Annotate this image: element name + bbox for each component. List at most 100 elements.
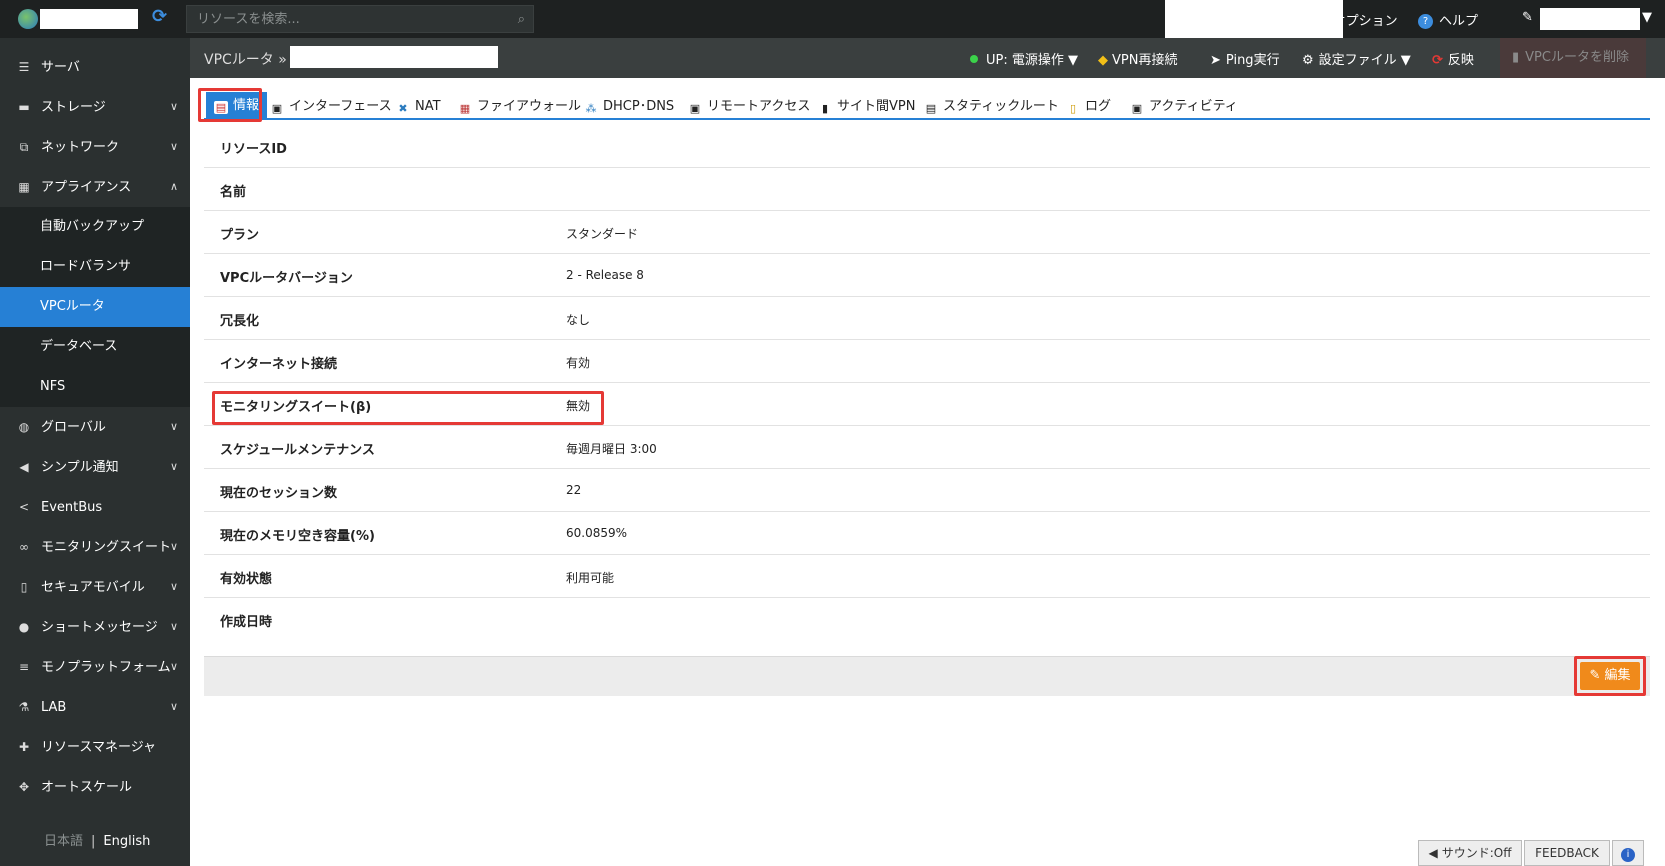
tab-activity[interactable]: ▣ アクティビティ: [1130, 94, 1238, 120]
user-menu[interactable]: [1540, 8, 1640, 30]
nat-icon: ✖: [398, 102, 408, 115]
row-key: 現在のセッション数: [220, 486, 338, 501]
row-key: 有効状態: [220, 572, 273, 587]
sidebar-item-label: グローバル: [41, 420, 106, 435]
sidebar-item-mono-platform[interactable]: ≡ モノプラットフォーム ∨: [0, 647, 190, 687]
sidebar-item-database[interactable]: データベース: [0, 327, 190, 367]
tab-bar: ▤ 情報 ▣ インターフェース ✖ NAT ▦ ファイアウォール ⁂ DHCP･DNS ▣…: [204, 92, 1650, 120]
power-label: UP: 電源操作 ▼: [986, 53, 1078, 68]
sidebar-item-monitoring-suite[interactable]: ∞ モニタリングスイート ∨: [0, 527, 190, 567]
table-row: 名前: [204, 168, 1650, 211]
search-box[interactable]: ⌕: [186, 5, 534, 33]
chevron-down-icon: ∨: [169, 140, 178, 153]
search-input[interactable]: [187, 6, 533, 32]
row-value: 22: [566, 483, 582, 497]
sidebar-item-global[interactable]: ◍ グローバル ∨: [0, 407, 190, 447]
tab-label: サイト間VPN: [837, 99, 916, 114]
appliance-icon: ▦: [18, 180, 30, 194]
account-name-box[interactable]: [40, 9, 138, 29]
delete-vpc-router-button[interactable]: ▮ VPCルータを削除: [1500, 38, 1646, 78]
tab-label: リモートアクセス: [707, 99, 811, 114]
speaker-icon: ◀: [1428, 846, 1438, 860]
sidebar-item-resource-manager[interactable]: ✚ リソースマネージャ: [0, 727, 190, 767]
logo-icon[interactable]: [18, 9, 38, 29]
chevron-down-icon: ∨: [169, 580, 178, 593]
tab-remote-access[interactable]: ▣ リモートアクセス: [688, 94, 811, 120]
apply-button[interactable]: ⟳ 反映: [1432, 49, 1474, 68]
config-file-menu[interactable]: ⚙ 設定ファイル ▼: [1302, 49, 1411, 68]
row-value: 2 - Release 8: [566, 268, 644, 282]
tab-label: インターフェース: [289, 99, 392, 114]
sidebar-item-storage[interactable]: ▬ ストレージ ∨: [0, 87, 190, 127]
share-icon: <: [18, 500, 30, 514]
lang-ja-link[interactable]: 日本語: [44, 834, 83, 849]
tab-firewall[interactable]: ▦ ファイアウォール: [458, 94, 581, 120]
options-menu[interactable]: ⚙ オプション: [1315, 10, 1398, 29]
power-menu[interactable]: UP: 電源操作 ▼: [970, 49, 1078, 68]
row-value: スタンダード: [566, 227, 639, 241]
sidebar-item-label: モノプラットフォーム: [41, 660, 171, 675]
row-value: 毎週月曜日 3:00: [566, 442, 657, 456]
sidebar-item-label: シンプル通知: [41, 460, 119, 475]
ping-button[interactable]: ➤ Ping実行: [1210, 49, 1280, 68]
chevron-down-icon: ∨: [169, 100, 178, 113]
breadcrumb[interactable]: VPCルータ »: [204, 49, 287, 69]
tab-interface[interactable]: ▣ インターフェース: [270, 94, 392, 120]
log-icon: ▯: [1069, 102, 1077, 115]
info-button[interactable]: i: [1612, 840, 1644, 866]
options-label: オプション: [1332, 14, 1398, 29]
tab-nat[interactable]: ✖ NAT: [396, 94, 441, 120]
sidebar-item-nfs[interactable]: NFS: [0, 367, 190, 407]
sound-toggle-button[interactable]: ◀ サウンド:Off: [1418, 840, 1522, 866]
puzzle-icon: ✚: [18, 740, 30, 754]
sidebar-item-server[interactable]: ☰ サーバ: [0, 47, 190, 87]
sidebar-item-label: ショートメッセージ: [41, 620, 158, 635]
language-switcher: 日本語 | English: [44, 830, 150, 849]
chevron-down-icon: ∨: [169, 540, 178, 553]
tab-label: NAT: [415, 99, 441, 114]
ping-label: Ping実行: [1225, 53, 1280, 68]
vpn-reconnect-button[interactable]: ◆ VPN再接続: [1098, 49, 1177, 68]
row-key: VPCルータバージョン: [220, 271, 353, 286]
sidebar-item-load-balancer[interactable]: ロードバランサ: [0, 247, 190, 287]
refresh-icon[interactable]: ⟳: [152, 6, 167, 27]
table-row: スケジュールメンテナンス 毎週月曜日 3:00: [204, 426, 1650, 469]
table-row: インターネット接続 有効: [204, 340, 1650, 383]
row-key: インターネット接続: [220, 357, 338, 372]
sound-label: サウンド:Off: [1441, 846, 1512, 860]
tab-log[interactable]: ▯ ログ: [1066, 94, 1111, 120]
network-icon: ⧉: [19, 140, 29, 154]
gear-icon: ⚙: [1315, 14, 1327, 29]
row-key: 現在のメモリ空き容量(%): [220, 529, 375, 544]
sidebar-item-auto-backup[interactable]: 自動バックアップ: [0, 207, 190, 247]
sidebar: ☰ サーバ ▬ ストレージ ∨ ⧉ ネットワーク ∨ ▦ アプライアンス ∧ 自動バックアップ…: [0, 38, 190, 866]
delete-label: VPCルータを削除: [1525, 50, 1629, 65]
sidebar-item-simple-notification[interactable]: ◀ シンプル通知 ∨: [0, 447, 190, 487]
table-row: リソースID: [204, 125, 1650, 168]
tab-site-vpn[interactable]: ▮ サイト間VPN: [818, 94, 916, 120]
tab-static-route[interactable]: ▤ スタティックルート: [924, 94, 1059, 120]
mobile-icon: ▯: [20, 580, 28, 594]
sidebar-item-autoscale[interactable]: ✥ オートスケール: [0, 767, 190, 807]
sidebar-item-eventbus[interactable]: < EventBus: [0, 487, 190, 527]
sidebar-item-lab[interactable]: ⚗ LAB ∨: [0, 687, 190, 727]
sidebar-item-appliance[interactable]: ▦ アプライアンス ∧: [0, 167, 190, 207]
sidebar-item-secure-mobile[interactable]: ▯ セキュアモバイル ∨: [0, 567, 190, 607]
row-key: プラン: [220, 228, 260, 243]
lang-en-link[interactable]: English: [103, 834, 150, 849]
status-up-icon: [970, 55, 978, 63]
chevron-down-icon: ∨: [169, 620, 178, 633]
search-icon[interactable]: ⌕: [518, 12, 525, 27]
tab-dhcp-dns[interactable]: ⁂ DHCP･DNS: [584, 94, 675, 120]
row-value: 有効: [566, 356, 591, 370]
resource-header: VPCルータ » UP: 電源操作 ▼ ◆ VPN再接続 ➤ Ping実行 ⚙ 設定フ…: [190, 38, 1665, 78]
user-menu-caret[interactable]: ▼: [1642, 10, 1652, 25]
feedback-button[interactable]: FEEDBACK: [1524, 840, 1610, 866]
gear-icon: ⚙: [1302, 53, 1314, 68]
sidebar-item-vpc-router[interactable]: VPCルータ: [0, 287, 190, 327]
help-menu[interactable]: ? ヘルプ: [1418, 10, 1478, 29]
sidebar-item-short-message[interactable]: ● ショートメッセージ ∨: [0, 607, 190, 647]
chevron-down-icon: ∨: [169, 660, 178, 673]
table-row: プラン スタンダード: [204, 211, 1650, 254]
sidebar-item-network[interactable]: ⧉ ネットワーク ∨: [0, 127, 190, 167]
